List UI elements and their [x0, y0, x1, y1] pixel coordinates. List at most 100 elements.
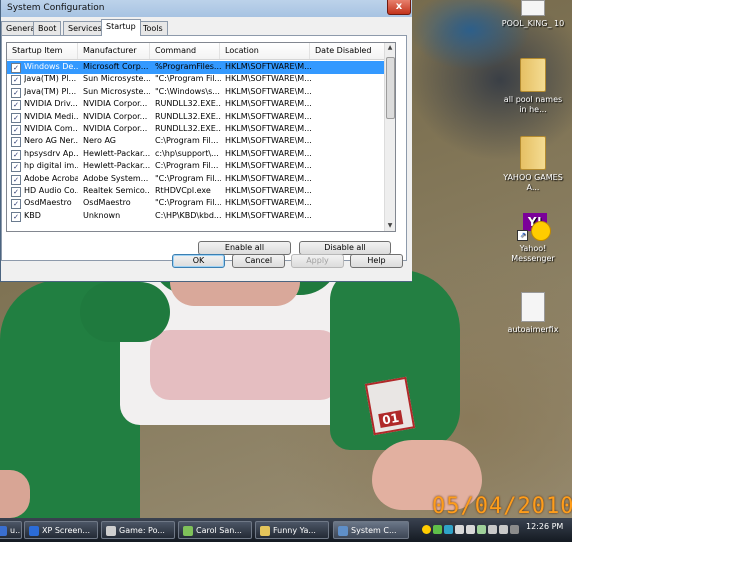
desktop-icon-pool-king[interactable]: POOL_KING_ 10	[500, 0, 566, 29]
font-tray-icon[interactable]	[455, 525, 464, 534]
table-row[interactable]: ✓ NVIDIA Driv... NVIDIA Corpor... RUNDLL32.…	[7, 98, 387, 111]
cell-command: RUNDLL32.EXE...	[155, 124, 221, 133]
taskbar-button-label: Game: Po...	[119, 526, 165, 535]
table-row[interactable]: ✓ Windows De... Microsoft Corp... %ProgramF…	[7, 61, 387, 74]
scroll-up-arrow-icon[interactable]: ▲	[385, 43, 395, 53]
startup-item-checkbox[interactable]: ✓	[11, 63, 21, 73]
taskbar-button[interactable]: Carol San...	[178, 521, 252, 539]
volume-tray-icon[interactable]	[499, 525, 508, 534]
speaker-tray-icon[interactable]	[510, 525, 519, 534]
table-row[interactable]: ✓ hp digital im... Hewlett-Packar... C:\Pro…	[7, 160, 387, 173]
startup-item-checkbox[interactable]: ✓	[11, 137, 21, 148]
startup-item-checkbox[interactable]: ✓	[11, 87, 21, 98]
table-row[interactable]: ✓ HD Audio Co... Realtek Semico... RtHDVCpl…	[7, 185, 387, 198]
enable-all-button[interactable]: Enable all	[198, 241, 291, 255]
taskbar-clock[interactable]: 12:26 PM	[526, 522, 563, 531]
taskbar-button-label: Carol San...	[196, 526, 242, 535]
cell-manufacturer: Sun Microsyste...	[83, 86, 150, 96]
tab-tools[interactable]: Tools	[138, 21, 168, 35]
cell-location: HKLM\SOFTWARE\M...	[225, 148, 311, 158]
cell-startup-item: hpsysdrv Ap...	[24, 148, 78, 158]
desktop-icon-label: autoaimerfix	[507, 325, 559, 334]
disable-all-button[interactable]: Disable all	[299, 241, 391, 255]
table-row[interactable]: ✓ OsdMaestro OsdMaestro "C:\Program Fil... H…	[7, 197, 387, 210]
cell-location: HKLM\SOFTWARE\M...	[225, 74, 311, 84]
startup-item-checkbox[interactable]: ✓	[11, 125, 21, 135]
tab-boot[interactable]: Boot	[33, 21, 62, 35]
photo-sleeve-patch: 01	[364, 376, 416, 436]
startup-item-checkbox[interactable]: ✓	[11, 149, 21, 160]
desktop-icon-autoaimerfix[interactable]: autoaimerfix	[500, 292, 566, 335]
table-row[interactable]: ✓ Java(TM) Pl... Sun Microsyste... "C:\Wind…	[7, 86, 387, 99]
desktop-icon-yahoo-messenger[interactable]: Y!↗ Yahoo! Messenger	[500, 213, 566, 264]
taskbar-button[interactable]: Funny Ya...	[255, 521, 329, 539]
column-location[interactable]: Location	[220, 43, 310, 59]
window-title: System Configuration	[7, 3, 105, 13]
yahoo-messenger-icon: Y!↗	[517, 213, 551, 241]
app-icon	[338, 526, 348, 536]
info-tray-icon[interactable]	[444, 525, 453, 534]
help-button[interactable]: Help	[350, 254, 403, 268]
cell-manufacturer: Unknown	[83, 210, 121, 220]
startup-item-checkbox[interactable]: ✓	[11, 112, 21, 123]
power-tray-icon[interactable]	[477, 525, 486, 534]
startup-item-checkbox[interactable]: ✓	[11, 162, 21, 173]
cell-startup-item: Java(TM) Pl...	[24, 86, 77, 96]
app-icon	[29, 526, 39, 536]
cell-location: HKLM\SOFTWARE\M...	[225, 173, 311, 183]
table-row[interactable]: ✓ Nero AG Ner... Nero AG C:\Program Fil... H…	[7, 135, 387, 148]
column-manufacturer[interactable]: Manufacturer	[78, 43, 150, 59]
messenger-tray-icon[interactable]	[422, 525, 431, 534]
desktop-icon-label: Yahoo! Messenger	[511, 244, 555, 263]
app-icon	[183, 526, 193, 536]
system-configuration-window: System Configuration x General Boot Serv…	[0, 0, 412, 282]
column-startup-item[interactable]: Startup Item	[7, 43, 78, 59]
ok-button[interactable]: OK	[172, 254, 225, 268]
cell-startup-item: OsdMaestro	[24, 198, 72, 208]
cell-command: "C:\Windows\s...	[155, 86, 220, 96]
taskbar-button[interactable]: System C...	[333, 521, 409, 539]
startup-item-checkbox[interactable]: ✓	[11, 199, 21, 210]
table-row[interactable]: ✓ NVIDIA Com... NVIDIA Corpor... RUNDLL32.E…	[7, 123, 387, 136]
cell-command: "C:\Program Fil...	[155, 173, 221, 183]
close-button[interactable]: x	[387, 0, 411, 15]
list-scrollbar[interactable]: ▲ ▼	[384, 43, 395, 231]
startup-item-checkbox[interactable]: ✓	[11, 174, 21, 185]
column-command[interactable]: Command	[150, 43, 220, 59]
cell-location: HKLM\SOFTWARE\M...	[225, 186, 311, 195]
taskbar-button[interactable]: XP Screen...	[24, 521, 98, 539]
column-date-disabled[interactable]: Date Disabled	[310, 43, 387, 59]
scrollbar-thumb[interactable]	[386, 57, 395, 119]
cell-startup-item: hp digital im...	[24, 161, 78, 171]
table-row[interactable]: ✓ Adobe Acrobat Adobe System... "C:\Program…	[7, 173, 387, 186]
table-row[interactable]: ✓ Java(TM) Pl... Sun Microsyste... "C:\Prog…	[7, 73, 387, 86]
taskbar-button-label: System C...	[351, 526, 397, 535]
desktop-icon-yahoo-games[interactable]: YAHOO GAMES A...	[500, 136, 566, 193]
scroll-down-arrow-icon[interactable]: ▼	[385, 221, 395, 231]
apply-button[interactable]: Apply	[291, 254, 344, 268]
table-row[interactable]: ✓ NVIDIA Medi... NVIDIA Corpor... RUNDLL32.…	[7, 111, 387, 124]
cell-location: HKLM\SOFTWARE\M...	[225, 111, 311, 121]
cell-startup-item: HD Audio Co...	[24, 186, 78, 195]
patch-number: 01	[378, 410, 404, 428]
table-row[interactable]: ✓ KBD Unknown C:\HP\KBD\kbd... HKLM\SOFTWARE…	[7, 210, 387, 223]
startup-item-checkbox[interactable]: ✓	[11, 75, 21, 86]
startup-item-checkbox[interactable]: ✓	[11, 100, 21, 111]
tab-startup[interactable]: Startup	[101, 19, 141, 36]
taskbar-button[interactable]: u...	[0, 521, 22, 539]
cancel-button[interactable]: Cancel	[232, 254, 285, 268]
cell-startup-item: Windows De...	[24, 62, 78, 71]
taskbar-button[interactable]: Game: Po...	[101, 521, 175, 539]
window-client-area: General Boot Services Startup Tools Star…	[1, 17, 412, 281]
monitor-tray-icon[interactable]	[488, 525, 497, 534]
desktop-icon-pool-names[interactable]: all pool names in he...	[500, 58, 566, 115]
startup-list[interactable]: Startup Item Manufacturer Command Locati…	[6, 42, 396, 232]
table-row[interactable]: ✓ hpsysdrv Ap... Hewlett-Packar... c:\hp\su…	[7, 148, 387, 161]
cell-command: C:\Program Fil...	[155, 161, 219, 171]
startup-item-checkbox[interactable]: ✓	[11, 187, 21, 197]
startup-item-checkbox[interactable]: ✓	[11, 211, 21, 222]
network-tray-icon[interactable]	[433, 525, 442, 534]
cell-startup-item: Nero AG Ner...	[24, 136, 78, 146]
download-tray-icon[interactable]	[466, 525, 475, 534]
window-titlebar[interactable]: System Configuration x	[1, 0, 412, 17]
